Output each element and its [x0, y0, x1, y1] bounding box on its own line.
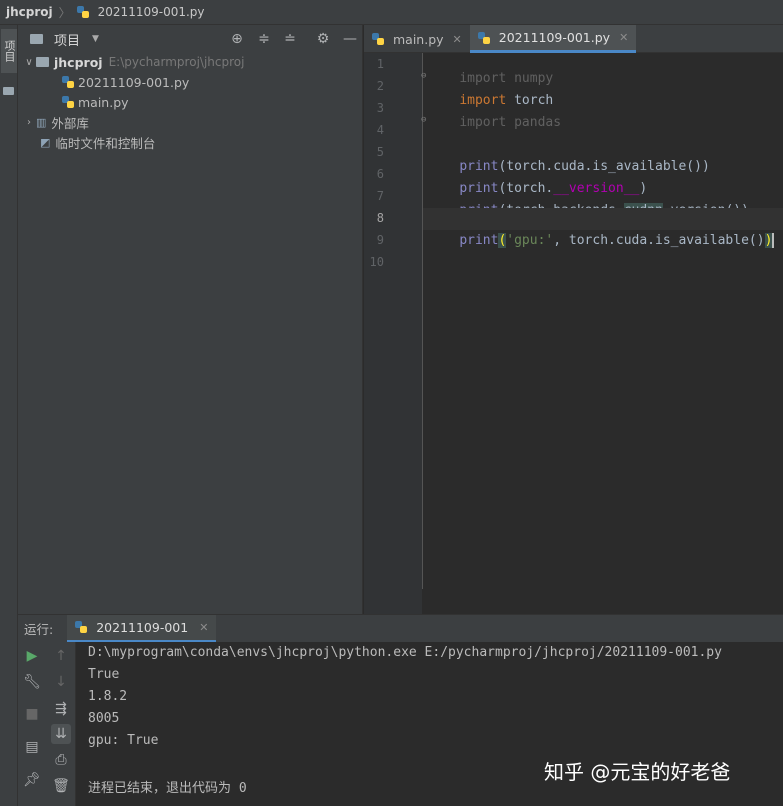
fold-marker-icon[interactable]: ⊖	[421, 71, 426, 81]
code-line: ⊖ import pandas	[421, 115, 562, 130]
python-file-icon	[477, 31, 490, 44]
run-actions-strip: ▶ 🔧︎ ■ ▤ 📌︎	[18, 642, 46, 806]
print-icon[interactable]: ⎙	[51, 750, 71, 770]
expand-all-icon[interactable]: ≑	[256, 31, 272, 47]
left-tool-strip: 项目	[0, 25, 18, 806]
tab-20211109-001-py[interactable]: 20211109-001.py ✕	[469, 25, 637, 53]
project-panel-header: 项目 ▼	[18, 25, 363, 53]
console-actions-strip: ↑ ↓ ⇶ ⇊ ⎙ 🗑︎	[46, 642, 76, 806]
python-file-icon	[75, 621, 88, 633]
arrow-down-icon[interactable]: ↓	[51, 672, 71, 692]
pin-icon[interactable]: 📌︎	[22, 770, 42, 790]
console-line: gpu: True	[88, 733, 159, 748]
breadcrumb-file-label: 20211109-001.py	[97, 5, 205, 19]
project-panel-title[interactable]: 项目	[54, 30, 80, 49]
tree-scratches-row[interactable]: ◩ 临时文件和控制台	[40, 132, 155, 152]
editor-tabs: main.py ✕ 20211109-001.py ✕	[364, 25, 783, 53]
tree-root-row[interactable]: ∨ jhcproj E:\pycharmproj\jhcproj	[22, 52, 244, 72]
soft-wrap-icon[interactable]: ⇶	[51, 699, 71, 719]
run-tab-label: 20211109-001	[96, 619, 189, 635]
python-file-icon	[62, 96, 74, 108]
close-icon[interactable]: ✕	[199, 621, 208, 634]
scratches-icon: ◩	[40, 135, 51, 149]
watermark: 知乎 @元宝的好老爸	[544, 760, 731, 784]
external-libs-label: 外部库	[51, 115, 89, 131]
scroll-to-end-icon[interactable]: ⇊	[51, 724, 71, 744]
navigation-bar: jhcproj 〉 20211109-001.py	[0, 0, 783, 25]
layout-icon[interactable]: ▤	[22, 737, 42, 757]
tree-file-row[interactable]: main.py	[62, 92, 129, 112]
console-line: 1.8.2	[88, 689, 128, 704]
project-panel: 项目 ▼ ⊕ ≑ ≐ ⚙ — ∨ jhcproj E:\pycharmproj\…	[18, 25, 363, 614]
wrench-icon[interactable]: 🔧︎	[22, 672, 42, 692]
breadcrumb-separator: 〉	[58, 5, 71, 20]
gear-icon[interactable]: ⚙	[315, 31, 331, 47]
python-file-icon	[62, 76, 74, 88]
tab-main-py[interactable]: main.py ✕	[364, 25, 470, 53]
code-editor[interactable]: ⊖ import numpy import torch ⊖ import panda…	[421, 53, 783, 614]
code-line-current: print('gpu:', torch.cuda.is_available())	[423, 208, 783, 248]
line-number-current: 8	[376, 211, 384, 225]
line-number: 10	[369, 255, 384, 269]
tree-file-row[interactable]: 20211109-001.py	[62, 72, 189, 92]
breadcrumb-project[interactable]: jhcproj	[6, 5, 53, 19]
line-number: 9	[376, 233, 384, 247]
structure-folder-icon[interactable]	[3, 87, 14, 95]
scratches-label: 临时文件和控制台	[55, 135, 156, 151]
run-toolwindow-header: 运行: 20211109-001 ✕	[18, 614, 783, 643]
console-exit-line: 进程已结束，退出代码为 0	[88, 781, 247, 796]
line-number: 7	[376, 189, 384, 203]
folder-icon	[36, 57, 49, 67]
fold-marker-icon[interactable]: ⊖	[421, 115, 426, 125]
trash-icon[interactable]: 🗑︎	[51, 776, 71, 796]
run-label: 运行:	[24, 622, 54, 637]
breadcrumb-file[interactable]: 20211109-001.py	[76, 5, 205, 19]
stop-icon[interactable]: ■	[22, 704, 42, 724]
tree-file-label: main.py	[78, 94, 129, 110]
project-tool-tab[interactable]: 项目	[1, 29, 17, 73]
rerun-icon[interactable]: ▶	[22, 646, 42, 666]
line-number: 4	[376, 123, 384, 137]
line-number: 1	[376, 57, 384, 71]
arrow-up-icon[interactable]: ↑	[51, 646, 71, 666]
chevron-down-icon[interactable]: ∨	[22, 57, 36, 68]
tab-label: 20211109-001.py	[498, 30, 611, 45]
minimize-icon[interactable]: —	[342, 31, 358, 47]
run-config-tab[interactable]: 20211109-001 ✕	[67, 614, 217, 643]
python-file-icon	[372, 33, 384, 45]
line-number: 6	[376, 167, 384, 181]
tree-file-label: 20211109-001.py	[78, 74, 190, 90]
locate-target-icon[interactable]: ⊕	[229, 31, 245, 47]
chevron-down-icon[interactable]: ▼	[92, 34, 99, 44]
text-caret	[772, 233, 775, 248]
root-folder-name: jhcproj	[54, 54, 103, 70]
collapse-all-icon[interactable]: ≐	[282, 31, 298, 47]
line-number-gutter[interactable]: 1 2 3 4 5 6 7 8 9 10	[364, 53, 422, 614]
python-file-icon	[76, 6, 89, 18]
tab-label: main.py	[393, 31, 444, 47]
line-number: 3	[376, 101, 384, 115]
tree-external-libs-row[interactable]: › ▥ 外部库	[22, 112, 89, 132]
console-line: 8005	[88, 711, 120, 726]
close-icon[interactable]: ✕	[453, 33, 462, 46]
root-folder-path: E:\pycharmproj\jhcproj	[108, 55, 245, 69]
project-view-icon	[30, 34, 43, 44]
line-number: 2	[376, 79, 384, 93]
chevron-right-icon[interactable]: ›	[22, 117, 36, 128]
library-icon: ▥	[36, 115, 47, 129]
close-icon[interactable]: ✕	[619, 31, 628, 44]
console-line: D:\myprogram\conda\envs\jhcproj\python.e…	[88, 645, 722, 660]
console-line: True	[88, 667, 120, 682]
line-number: 5	[376, 145, 384, 159]
